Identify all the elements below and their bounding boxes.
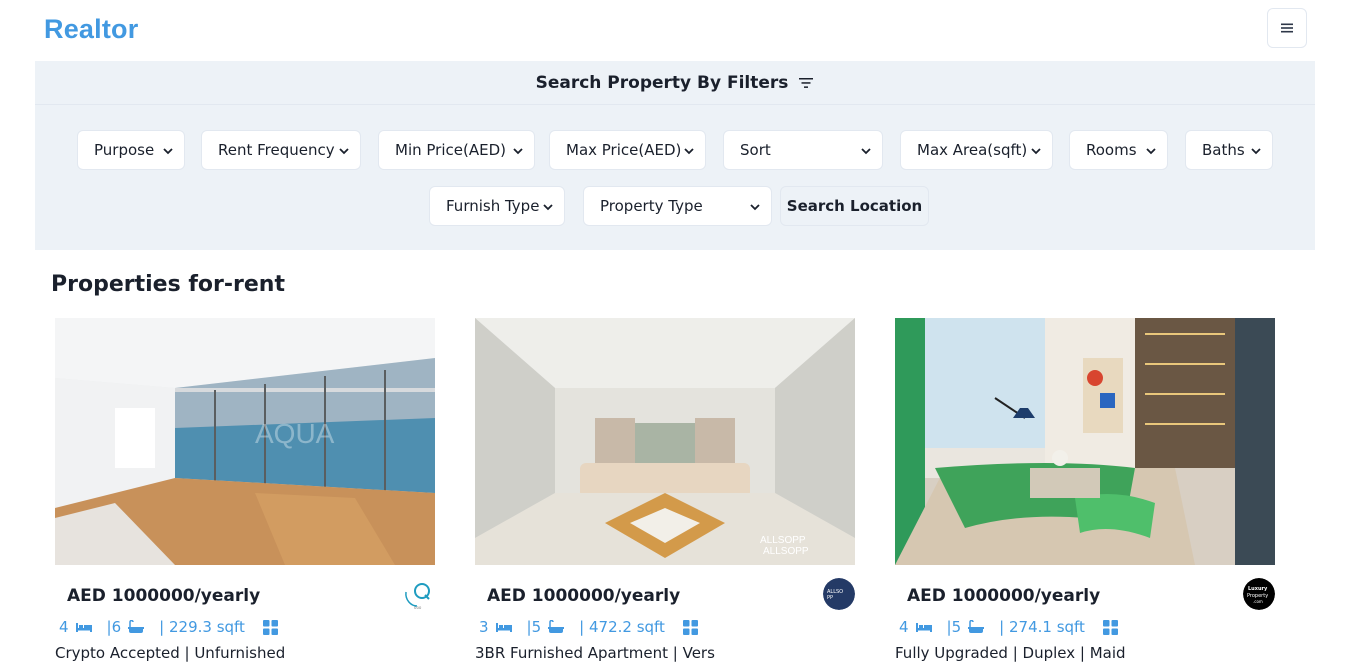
baths-count: |5	[526, 618, 542, 636]
property-meta: 3 |5 | 472.2 sqft	[479, 618, 698, 636]
rooms-select[interactable]: Rooms	[1069, 130, 1168, 170]
property-card[interactable]: AED 1000000/yearly Luxury Property .com 4 …	[895, 318, 1275, 662]
purpose-select[interactable]: Purpose	[77, 130, 185, 170]
chevron-down-icon	[339, 148, 349, 155]
property-meta: 4 |6 | 229.3 sqft	[59, 618, 278, 636]
rooms-count: 3	[479, 618, 489, 636]
aqua-logo-icon: ooo	[403, 578, 435, 610]
search-location-button[interactable]: Search Location	[780, 186, 929, 226]
property-price: AED 1000000/yearly	[907, 586, 1101, 606]
property-photo-1: AQUA	[55, 318, 435, 565]
hamburger-icon	[1281, 23, 1293, 33]
svg-text:.com: .com	[1253, 599, 1263, 604]
chevron-down-icon	[1146, 148, 1156, 155]
svg-text:ALLSOPP: ALLSOPP	[763, 546, 809, 557]
bath-icon	[968, 620, 985, 633]
svg-text:ooo: ooo	[414, 605, 422, 610]
baths-select[interactable]: Baths	[1185, 130, 1273, 170]
chevron-down-icon	[1031, 148, 1041, 155]
property-type-select[interactable]: Property Type	[583, 186, 772, 226]
bed-icon	[495, 623, 512, 632]
baths-count: |6	[106, 618, 122, 636]
filter-toggle[interactable]: Search Property By Filters	[35, 61, 1315, 105]
filter-heading: Search Property By Filters	[535, 72, 789, 93]
area-value: | 229.3 sqft	[159, 618, 245, 636]
bed-icon	[915, 623, 932, 632]
bed-icon	[75, 623, 92, 632]
property-title: Crypto Accepted | Unfurnished	[55, 644, 286, 662]
filter-icon	[799, 77, 814, 88]
chevron-down-icon	[163, 148, 173, 155]
brand-logo[interactable]: Realtor	[44, 14, 138, 45]
svg-text:AQUA: AQUA	[255, 418, 335, 449]
property-photo-2: ALLSOPP ALLSOPP	[475, 318, 855, 565]
section-title: Properties for-rent	[51, 272, 285, 297]
property-image[interactable]	[895, 318, 1275, 565]
baths-count: |5	[946, 618, 962, 636]
max-price-select[interactable]: Max Price(AED)	[549, 130, 706, 170]
rooms-count: 4	[899, 618, 909, 636]
chevron-down-icon	[513, 148, 523, 155]
grid-icon	[1102, 619, 1118, 635]
sort-select[interactable]: Sort	[723, 130, 883, 170]
bath-icon	[128, 620, 145, 633]
chevron-down-icon	[543, 204, 553, 211]
area-value: | 472.2 sqft	[579, 618, 665, 636]
area-value: | 274.1 sqft	[999, 618, 1085, 636]
navbar: Realtor	[0, 0, 1348, 62]
property-price: AED 1000000/yearly	[67, 586, 261, 606]
filter-panel: Search Property By Filters Purpose Rent …	[35, 61, 1315, 250]
property-card[interactable]: AQUA AED 1000000/yearly ooo 4 |6 | 229.3…	[55, 318, 435, 662]
property-card[interactable]: ALLSOPP ALLSOPP AED 1000000/yearly ALLSO…	[475, 318, 855, 662]
bath-icon	[548, 620, 565, 633]
menu-button[interactable]	[1267, 8, 1307, 48]
property-title: Fully Upgraded | Duplex | Maid	[895, 644, 1126, 662]
property-title: 3BR Furnished Apartment | Vers	[475, 644, 715, 662]
luxury-property-logo-icon: Luxury Property .com	[1243, 578, 1275, 610]
chevron-down-icon	[1251, 148, 1261, 155]
rooms-count: 4	[59, 618, 69, 636]
svg-text:Luxury: Luxury	[1248, 586, 1268, 592]
chevron-down-icon	[750, 204, 760, 211]
property-image[interactable]: ALLSOPP ALLSOPP	[475, 318, 855, 565]
svg-text:ALLSOPP: ALLSOPP	[760, 535, 806, 546]
property-price: AED 1000000/yearly	[487, 586, 681, 606]
grid-icon	[682, 619, 698, 635]
max-area-select[interactable]: Max Area(sqft)	[900, 130, 1053, 170]
rent-frequency-select[interactable]: Rent Frequency	[201, 130, 361, 170]
min-price-select[interactable]: Min Price(AED)	[378, 130, 535, 170]
property-image[interactable]: AQUA	[55, 318, 435, 565]
property-photo-3	[895, 318, 1275, 565]
svg-text:PP: PP	[827, 595, 833, 601]
allsopp-logo-icon: ALLSO PP	[823, 578, 855, 610]
property-meta: 4 |5 | 274.1 sqft	[899, 618, 1118, 636]
chevron-down-icon	[861, 148, 871, 155]
chevron-down-icon	[684, 148, 694, 155]
furnish-type-select[interactable]: Furnish Type	[429, 186, 565, 226]
grid-icon	[262, 619, 278, 635]
